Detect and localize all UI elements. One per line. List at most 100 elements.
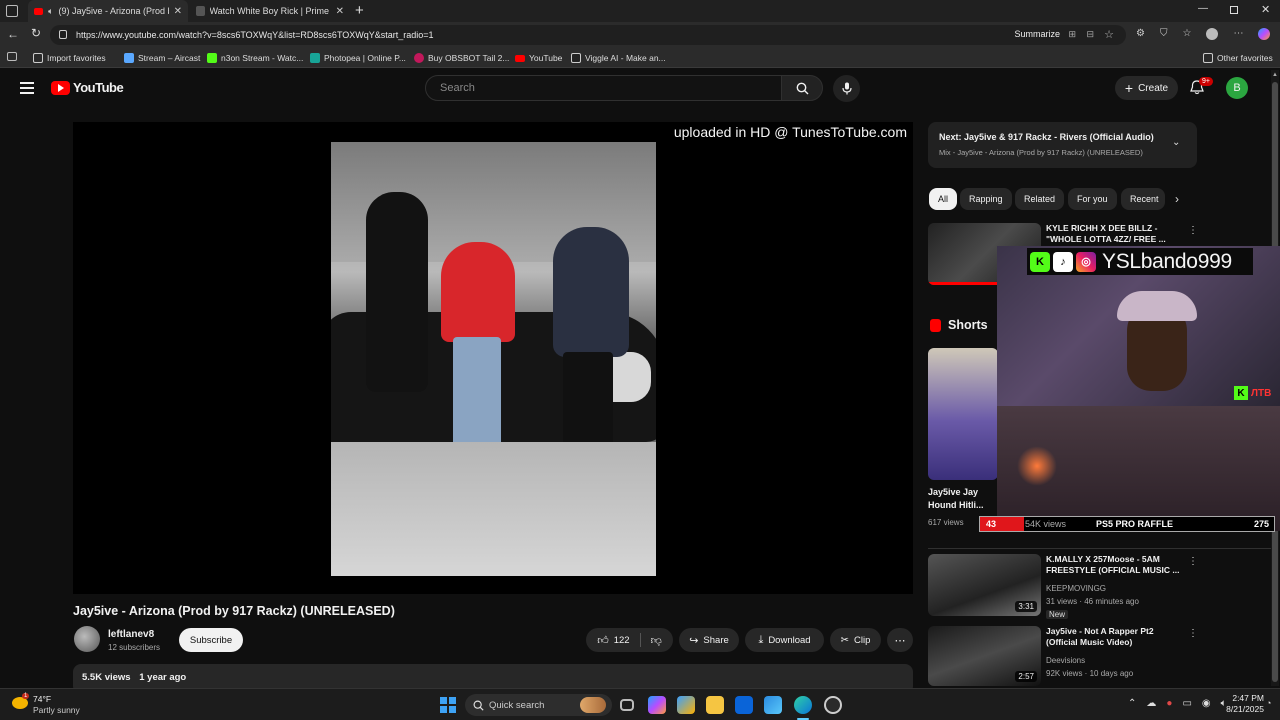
dislike-button[interactable]: 👎︎ xyxy=(651,634,662,647)
recommendation-item[interactable]: 2:57 Jay5ive - Not A Rapper Pt2 (Officia… xyxy=(928,626,1198,686)
obs-icon[interactable] xyxy=(824,696,842,714)
mic-icon[interactable]: ● xyxy=(1166,698,1172,709)
person-red-hoodie xyxy=(441,242,515,342)
plus-icon: + xyxy=(1124,80,1134,96)
more-actions-button[interactable]: ⋯ xyxy=(887,628,913,652)
start-button[interactable] xyxy=(440,697,456,713)
kick-badge: K ЛТВ xyxy=(1234,386,1271,400)
raffle-label: PS5 PRO RAFFLE xyxy=(1096,519,1174,529)
chip-all[interactable]: All xyxy=(929,188,958,210)
bookmark-n3on[interactable]: n3on Stream - Watc... xyxy=(207,51,303,65)
notification-badge: 9+ xyxy=(1199,77,1213,86)
tab-close-icon[interactable]: ✕ xyxy=(336,6,344,17)
extensions-icon[interactable]: ⊟ xyxy=(1086,29,1094,40)
raffle-left-count: 43 xyxy=(986,519,997,529)
minimize-button[interactable]: — xyxy=(1198,3,1208,14)
tab-title: Watch White Boy Rick | Prime Vid... xyxy=(209,6,331,16)
settings-icon[interactable]: ⚙︎ xyxy=(1136,28,1145,40)
chevron-right-icon[interactable]: › xyxy=(1175,192,1179,206)
maximize-button[interactable] xyxy=(1230,6,1238,14)
reader-icon[interactable]: ⊞ xyxy=(1068,29,1076,40)
chip-for-you[interactable]: For you xyxy=(1068,188,1117,210)
bookmark-photopea[interactable]: Photopea | Online P... xyxy=(310,51,406,65)
more-vertical-icon[interactable]: ⋮ xyxy=(1188,556,1198,567)
channel-name[interactable]: leftlanev8 xyxy=(108,629,154,640)
more-icon[interactable]: ⋯ xyxy=(1233,28,1243,40)
youtube-favicon-icon xyxy=(34,7,44,15)
favorites-icon[interactable]: ☆ xyxy=(1182,28,1191,40)
copilot-app-icon[interactable] xyxy=(648,696,666,714)
search-input[interactable]: Search xyxy=(425,75,782,101)
cloud-icon[interactable]: ☁︎ xyxy=(1146,698,1156,709)
chip-rapping[interactable]: Rapping xyxy=(960,188,1012,210)
url-field[interactable]: https://www.youtube.com/watch?v=8scs6TOX… xyxy=(50,25,1126,45)
back-icon[interactable]: ← xyxy=(7,27,19,41)
browser-tools-icons: ⚙︎ ⛉ ☆ ⋯ xyxy=(1136,28,1271,40)
bookmark-aircast[interactable]: Stream – Aircast xyxy=(124,51,200,65)
profile-icon[interactable] xyxy=(1206,28,1219,40)
search-icon xyxy=(473,700,484,711)
hamburger-menu-icon[interactable] xyxy=(20,82,34,94)
edge-icon[interactable] xyxy=(794,696,812,714)
recommendation-item[interactable]: 3:31 K.MALLY X 257Moose - 5AM FREESTYLE … xyxy=(928,554,1198,619)
more-vertical-icon[interactable]: ⋮ xyxy=(1188,225,1198,236)
outlook-icon[interactable] xyxy=(735,696,753,714)
close-window-button[interactable]: ✕ xyxy=(1261,3,1270,16)
star-icon[interactable]: ☆ xyxy=(1104,28,1114,41)
short-item[interactable]: Jay5ive Jay Hound Hitli... 617 views xyxy=(928,348,998,532)
chevron-up-icon[interactable]: ⌃ xyxy=(1128,698,1136,709)
search-button[interactable] xyxy=(781,75,823,101)
duration-badge: 2:57 xyxy=(1015,671,1037,682)
chevron-down-icon[interactable]: ⌄ xyxy=(1172,137,1180,148)
notification-center-icon[interactable]: ◔ xyxy=(1266,698,1271,708)
recommendation-title: K.MALLY X 257Moose - 5AM FREESTYLE (OFFI… xyxy=(1046,554,1180,575)
new-tab-button[interactable]: + xyxy=(355,2,364,19)
store-icon[interactable] xyxy=(677,696,695,714)
clip-button[interactable]: ✂ Clip xyxy=(830,628,881,652)
shield-icon[interactable]: ⛉ xyxy=(1160,28,1168,40)
subscribe-button[interactable]: Subscribe xyxy=(179,628,243,652)
create-button[interactable]: + Create xyxy=(1115,76,1178,100)
tab-prime-video[interactable]: Watch White Boy Rick | Prime Vid... ✕ xyxy=(190,0,350,22)
like-button[interactable]: 👍︎ 122 xyxy=(597,634,629,647)
other-favorites[interactable]: Other favorites xyxy=(1203,51,1273,65)
notifications-button[interactable]: 9+ xyxy=(1190,77,1213,95)
download-button[interactable]: ⤓ Download xyxy=(745,628,824,652)
bookmark-import[interactable]: Import favorites xyxy=(33,51,106,65)
photos-icon[interactable] xyxy=(764,696,782,714)
channel-avatar[interactable] xyxy=(74,626,100,652)
avatar[interactable]: B xyxy=(1226,77,1248,99)
duration-badge: 3:31 xyxy=(1015,601,1037,612)
chip-recent[interactable]: Recent xyxy=(1121,188,1165,210)
summarize-button[interactable]: Summarize xyxy=(1014,29,1060,39)
up-next-card[interactable]: Next: Jay5ive & 917 Rackz - Rivers (Offi… xyxy=(928,122,1197,168)
clock[interactable]: 2:47 PM 8/21/2025 xyxy=(1224,693,1264,715)
video-player[interactable]: uploaded in HD @ TunesToTube.com xyxy=(73,122,913,594)
task-view-icon[interactable] xyxy=(620,699,634,711)
recommendation-title: Jay5ive - Not A Rapper Pt2 (Official Mus… xyxy=(1046,626,1154,647)
speaker-icon[interactable]: 🔈︎ xyxy=(48,6,53,17)
file-explorer-icon[interactable] xyxy=(706,696,724,714)
copilot-icon[interactable] xyxy=(1258,28,1271,40)
bookmark-youtube[interactable]: YouTube xyxy=(515,51,562,65)
taskbar-search[interactable]: Quick search xyxy=(465,694,612,716)
tab-close-icon[interactable]: ✕ xyxy=(174,6,182,17)
bookmark-obsbot[interactable]: Buy OBSBOT Tail 2... xyxy=(414,51,509,65)
tab-youtube[interactable]: 🔈︎ (9) Jay5ive - Arizona (Prod b... ✕ xyxy=(28,0,188,22)
youtube-logo[interactable]: YouTube xyxy=(51,80,124,95)
voice-search-button[interactable] xyxy=(833,75,860,102)
bookmark-viggle[interactable]: Viggle AI - Make an... xyxy=(571,51,666,65)
recommendation-title: KYLE RICHH X DEE BILLZ - "WHOLE LOTTA 4Z… xyxy=(1046,223,1166,244)
network-icon[interactable]: ◉ xyxy=(1202,698,1211,709)
more-vertical-icon[interactable]: ⋮ xyxy=(1188,628,1198,639)
weather-badge: 1 xyxy=(22,693,30,699)
raffle-right-count: 275 xyxy=(1253,519,1269,529)
chip-related[interactable]: Related xyxy=(1015,188,1065,210)
window-menu-icon[interactable] xyxy=(6,5,18,17)
display-icon[interactable]: ▭ xyxy=(1182,698,1191,709)
shorts-icon xyxy=(930,318,941,332)
reading-list-icon[interactable] xyxy=(7,52,17,61)
up-next-title: Next: Jay5ive & 917 Rackz - Rivers (Offi… xyxy=(939,132,1154,142)
share-button[interactable]: ↪ Share xyxy=(679,628,739,652)
refresh-icon[interactable]: ↻ xyxy=(31,26,41,40)
